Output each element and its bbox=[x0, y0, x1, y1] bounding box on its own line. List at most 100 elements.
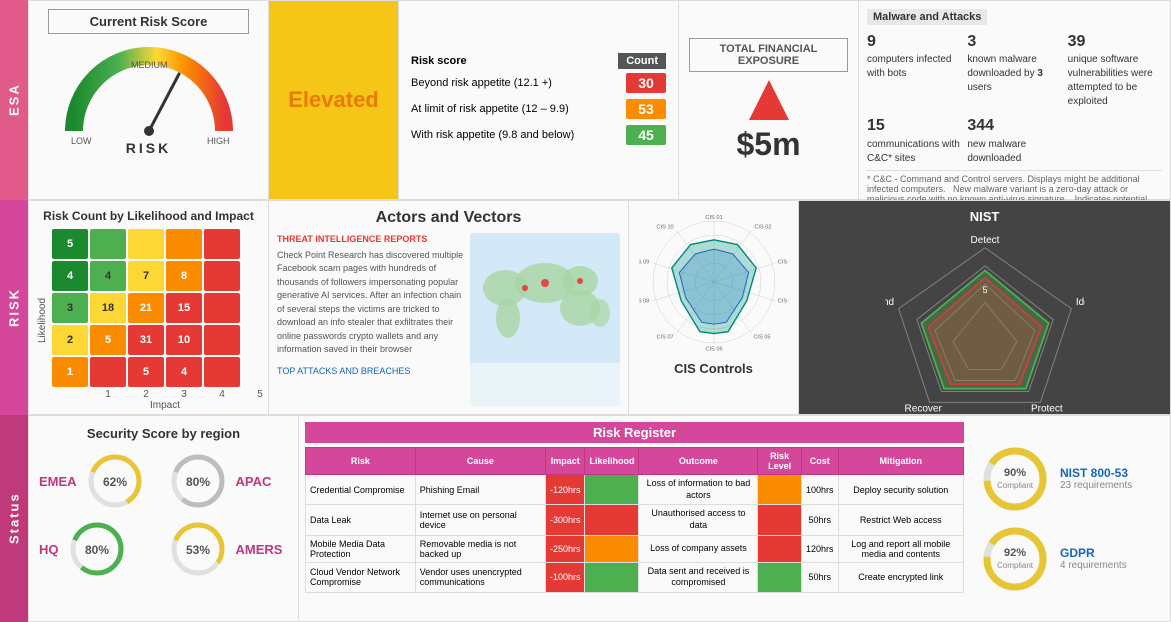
rr-risklevel bbox=[758, 535, 802, 562]
status-row: Status Security Score by region EMEA 62% bbox=[0, 415, 1171, 622]
cis-title: CIS Controls bbox=[674, 361, 753, 376]
malware-title: Malware and Attacks bbox=[867, 9, 987, 25]
risk-content: Risk Count by Likelihood and Impact Like… bbox=[28, 200, 1171, 415]
financial-box: TOTAL FINANCIAL EXPOSURE $5m bbox=[679, 1, 859, 199]
rr-th-cost: Cost bbox=[801, 448, 838, 475]
svg-text:Compliant: Compliant bbox=[997, 481, 1034, 490]
rr-outcome: Unauthorised access to data bbox=[639, 505, 758, 535]
svg-text:CIS 04: CIS 04 bbox=[777, 299, 788, 305]
hm-cell: 3 bbox=[52, 293, 88, 323]
hm-cell: 4 bbox=[166, 357, 202, 387]
nist-pentagon: Detect Identify Protect Recover Respond … bbox=[807, 228, 1162, 413]
svg-text:80%: 80% bbox=[185, 475, 209, 489]
hm-cell: 4 bbox=[52, 261, 88, 291]
emea-gauge: 62% bbox=[85, 451, 145, 511]
hm-cell: 18 bbox=[90, 293, 126, 323]
svg-text:CIS 10: CIS 10 bbox=[656, 225, 673, 231]
rr-cause: Internet use on personal device bbox=[415, 505, 545, 535]
svg-text:92%: 92% bbox=[1004, 547, 1026, 559]
svg-text:90%: 90% bbox=[1004, 467, 1026, 479]
gdpr-compliance-gauge: 92% Compliant bbox=[980, 524, 1050, 594]
nist-compliance-gauge: 90% Compliant bbox=[980, 444, 1050, 514]
hm-cell bbox=[204, 261, 240, 291]
risk-register-title: Risk Register bbox=[305, 422, 964, 443]
hq-label: HQ bbox=[39, 542, 59, 557]
malware-item-1: 9 computers infected with bots bbox=[867, 31, 961, 109]
malware-item-4: 15 communications with C&C* sites bbox=[867, 115, 961, 165]
svg-text:CIS 05: CIS 05 bbox=[753, 334, 770, 340]
financial-amount: $5m bbox=[736, 126, 800, 163]
actors-link[interactable]: TOP ATTACKS AND BREACHES bbox=[277, 365, 464, 378]
rr-likelihood bbox=[585, 562, 639, 592]
actors-map bbox=[470, 233, 620, 406]
hm-row-2: 2 5 31 10 bbox=[52, 325, 278, 355]
svg-text:Detect: Detect bbox=[970, 235, 999, 246]
esa-label: ESA bbox=[0, 0, 28, 200]
risk-register-box: Risk Register Risk Cause Impact Likeliho… bbox=[299, 416, 970, 621]
heatmap-x-label: Impact bbox=[52, 400, 278, 411]
rr-cost: 120hrs bbox=[801, 535, 838, 562]
rr-th-outcome: Outcome bbox=[639, 448, 758, 475]
hm-row-5: 5 bbox=[52, 229, 278, 259]
risk-label: RISK bbox=[126, 140, 171, 156]
rr-risk: Mobile Media Data Protection bbox=[306, 535, 416, 562]
hm-cell bbox=[204, 293, 240, 323]
malware-box: Malware and Attacks 9 computers infected… bbox=[859, 1, 1170, 199]
esa-row: ESA Current Risk Score bbox=[0, 0, 1171, 200]
rr-mitigation: Deploy security solution bbox=[838, 475, 964, 505]
rr-risk: Data Leak bbox=[306, 505, 416, 535]
compliance-box: 90% Compliant NIST 800-53 23 requirement… bbox=[970, 416, 1170, 621]
nist-title: NIST bbox=[970, 209, 1000, 224]
hm-cell: 5 bbox=[90, 325, 126, 355]
rr-likelihood bbox=[585, 475, 639, 505]
hm-cell bbox=[166, 229, 202, 259]
svg-text:CIS 08: CIS 08 bbox=[639, 299, 649, 305]
hm-cell: 2 bbox=[52, 325, 88, 355]
risk-register-table: Risk Cause Impact Likelihood Outcome Ris… bbox=[305, 447, 964, 593]
risk-score-title: Current Risk Score bbox=[48, 9, 249, 34]
hm-cell bbox=[204, 229, 240, 259]
hm-cell: 8 bbox=[166, 261, 202, 291]
risk-table: Risk score Count Beyond risk appetite (1… bbox=[407, 52, 670, 148]
rr-impact: -120hrs bbox=[545, 475, 585, 505]
rr-cause: Phishing Email bbox=[415, 475, 545, 505]
score-apac: 80% APAC bbox=[168, 451, 289, 511]
rr-likelihood bbox=[585, 535, 639, 562]
hm-cell bbox=[90, 357, 126, 387]
emea-label: EMEA bbox=[39, 474, 77, 489]
malware-item-5: 344 new malware downloaded bbox=[967, 115, 1061, 165]
rr-th-risklevel: Risk Level bbox=[758, 448, 802, 475]
financial-arrow bbox=[749, 80, 789, 120]
gdpr-compliance-info: GDPR 4 requirements bbox=[1060, 546, 1160, 571]
apac-label: APAC bbox=[236, 474, 272, 489]
table-row: Data Leak Internet use on personal devic… bbox=[306, 505, 964, 535]
apac-gauge: 80% bbox=[168, 451, 228, 511]
esa-content: Current Risk Score bbox=[28, 0, 1171, 200]
rr-risklevel bbox=[758, 505, 802, 535]
rr-cause: Removable media is not backed up bbox=[415, 535, 545, 562]
score-hq: HQ 80% bbox=[39, 519, 160, 579]
actors-text: THREAT INTELLIGENCE REPORTS Check Point … bbox=[277, 233, 464, 406]
svg-text:CIS 03: CIS 03 bbox=[777, 259, 788, 265]
nist-compliance-info: NIST 800-53 23 requirements bbox=[1060, 466, 1160, 491]
hm-row-3: 3 18 21 15 bbox=[52, 293, 278, 323]
elevated-text: Elevated bbox=[288, 87, 379, 113]
cis-box: CIS 01 CIS 02 CIS 03 CIS 04 CIS 05 CIS 0… bbox=[629, 201, 799, 414]
svg-text:80%: 80% bbox=[84, 543, 108, 557]
svg-text:LOW: LOW bbox=[71, 136, 92, 146]
table-row: Beyond risk appetite (12.1 +) 30 bbox=[407, 70, 670, 96]
compliance-gdpr: 92% Compliant GDPR 4 requirements bbox=[980, 524, 1160, 594]
risk-row-label: At limit of risk appetite (12 – 9.9) bbox=[407, 96, 605, 122]
svg-text:Respond: Respond bbox=[885, 297, 894, 308]
rr-th-impact: Impact bbox=[545, 448, 585, 475]
dashboard: ESA Current Risk Score bbox=[0, 0, 1171, 622]
status-label: Status bbox=[0, 415, 28, 622]
risk-row: RISK Risk Count by Likelihood and Impact… bbox=[0, 200, 1171, 415]
elevated-box: Elevated bbox=[269, 1, 399, 199]
svg-text:Compliant: Compliant bbox=[997, 561, 1034, 570]
svg-text:Recover: Recover bbox=[904, 403, 942, 413]
financial-label: TOTAL FINANCIAL EXPOSURE bbox=[689, 38, 848, 72]
svg-text:62%: 62% bbox=[103, 475, 127, 489]
rr-th-mitigation: Mitigation bbox=[838, 448, 964, 475]
nist-box: NIST Detect bbox=[799, 201, 1170, 414]
